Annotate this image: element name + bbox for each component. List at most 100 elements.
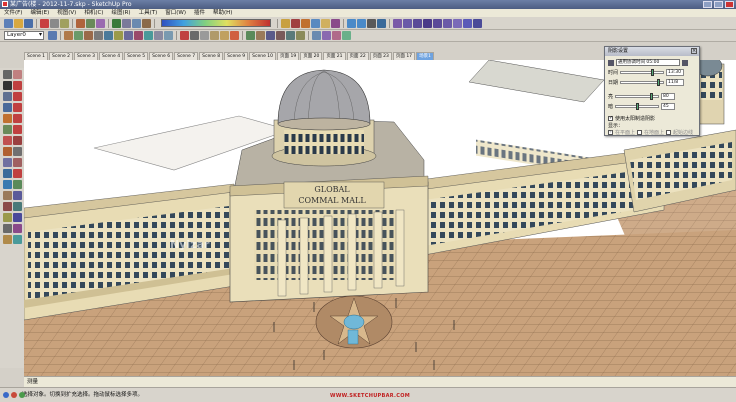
zoom-icon[interactable] bbox=[13, 191, 22, 200]
close-button[interactable] bbox=[725, 1, 734, 8]
section-icon[interactable] bbox=[96, 18, 105, 28]
3d-text-icon[interactable] bbox=[3, 180, 12, 189]
component-icon[interactable] bbox=[76, 18, 85, 28]
from-edges-checkbox[interactable] bbox=[666, 130, 672, 135]
on-faces-checkbox[interactable] bbox=[608, 129, 613, 135]
scene-tab[interactable]: 页面 17 bbox=[392, 52, 416, 60]
help-icon[interactable] bbox=[19, 392, 25, 398]
scene-tab[interactable]: 页面 22 bbox=[346, 52, 369, 60]
follow-me-icon[interactable] bbox=[64, 31, 73, 40]
extension-icon-4[interactable] bbox=[377, 18, 386, 28]
group-icon[interactable] bbox=[86, 18, 95, 28]
text-icon[interactable] bbox=[144, 31, 153, 40]
textured-icon[interactable] bbox=[220, 31, 229, 40]
offset-icon[interactable] bbox=[463, 18, 472, 28]
extension-icon-2[interactable] bbox=[357, 18, 366, 28]
position-camera-icon[interactable] bbox=[13, 213, 22, 222]
front-view-icon[interactable] bbox=[142, 18, 151, 28]
home-icon[interactable] bbox=[112, 18, 121, 28]
zoom-window-icon[interactable] bbox=[276, 31, 285, 40]
maximize-button[interactable] bbox=[714, 1, 723, 8]
scene-tab[interactable]: Scene 8 bbox=[199, 52, 224, 60]
bezier-icon[interactable] bbox=[403, 18, 412, 28]
scene-tab[interactable]: Scene 9 bbox=[224, 52, 249, 60]
scene-tab[interactable]: 页面 21 bbox=[323, 52, 346, 60]
tape-measure-icon[interactable] bbox=[13, 147, 22, 156]
light-field[interactable]: 80 bbox=[661, 93, 676, 100]
look-around-icon[interactable] bbox=[322, 31, 331, 40]
wireframe-icon[interactable] bbox=[190, 31, 199, 40]
open-file-icon[interactable] bbox=[14, 18, 23, 28]
top-view-icon[interactable] bbox=[132, 18, 141, 28]
new-file-icon[interactable] bbox=[4, 18, 13, 28]
scene-tab[interactable]: Scene 6 bbox=[149, 52, 174, 60]
axes-icon[interactable] bbox=[13, 169, 22, 178]
offset-tool-icon[interactable] bbox=[104, 31, 113, 40]
layer-select[interactable]: Layer0 bbox=[4, 31, 44, 40]
previous-view-icon[interactable] bbox=[286, 31, 295, 40]
select-icon[interactable] bbox=[3, 70, 12, 79]
copy-icon[interactable] bbox=[50, 18, 59, 28]
extension-icon-1[interactable] bbox=[347, 18, 356, 28]
hidden-line-icon[interactable] bbox=[200, 31, 209, 40]
shadow-icon[interactable] bbox=[281, 18, 290, 28]
tape-icon[interactable] bbox=[114, 31, 123, 40]
paint-icon[interactable] bbox=[301, 18, 310, 28]
menu-window[interactable]: 窗口(W) bbox=[161, 9, 190, 17]
date-field[interactable]: 11/8 bbox=[666, 79, 685, 86]
sandbox-icon[interactable] bbox=[321, 18, 330, 28]
minimize-button[interactable] bbox=[703, 1, 712, 8]
circle-icon[interactable] bbox=[13, 92, 22, 101]
credits-icon[interactable] bbox=[11, 392, 17, 398]
expand-icon[interactable] bbox=[682, 59, 688, 66]
use-sun-checkbox[interactable] bbox=[608, 115, 613, 121]
zoom-extents-icon[interactable] bbox=[13, 202, 22, 211]
axes-icon[interactable] bbox=[154, 31, 163, 40]
extension-icon-3[interactable] bbox=[367, 18, 376, 28]
move-icon[interactable] bbox=[13, 114, 22, 123]
dark-slider[interactable] bbox=[615, 103, 660, 110]
scene-tab[interactable]: Scene 2 bbox=[49, 52, 74, 60]
loop-icon[interactable] bbox=[443, 18, 452, 28]
freehand-icon[interactable] bbox=[13, 103, 22, 112]
menu-view[interactable]: 视图(V) bbox=[53, 9, 80, 17]
scene-tab[interactable]: 页面 19 bbox=[277, 52, 300, 60]
paint-bucket-icon[interactable] bbox=[3, 114, 12, 123]
scene-tab[interactable]: 页面 23 bbox=[369, 52, 392, 60]
scene-tab[interactable]: Scene 5 bbox=[124, 52, 149, 60]
walk-icon[interactable] bbox=[3, 224, 12, 233]
arc-tool-icon[interactable] bbox=[423, 18, 432, 28]
orbit-icon[interactable] bbox=[246, 31, 255, 40]
light-slider[interactable] bbox=[615, 93, 660, 100]
shadow-toggle-icon[interactable] bbox=[608, 59, 614, 66]
dimension-icon[interactable] bbox=[124, 31, 133, 40]
date-slider[interactable] bbox=[620, 79, 665, 86]
scene-tab[interactable]: Scene 3 bbox=[74, 52, 99, 60]
curve-tool-icon[interactable] bbox=[393, 18, 402, 28]
dialog-titlebar[interactable]: 阴影设置 × bbox=[605, 47, 699, 56]
section-plane-icon[interactable] bbox=[342, 31, 351, 40]
previous-view-icon[interactable] bbox=[3, 213, 12, 222]
plugin-icon[interactable] bbox=[331, 18, 340, 28]
section-plane-icon[interactable] bbox=[3, 235, 12, 244]
shaded-icon[interactable] bbox=[210, 31, 219, 40]
timezone-select[interactable]: 通用协调时间 05:00 bbox=[616, 59, 680, 66]
scene-tab[interactable]: Scene 7 bbox=[174, 52, 199, 60]
component-icon[interactable] bbox=[13, 235, 22, 244]
orbit-icon[interactable] bbox=[13, 180, 22, 189]
scene-tab[interactable]: 页面 20 bbox=[300, 52, 323, 60]
scene-tab[interactable]: 场景1 bbox=[416, 52, 434, 60]
scale-icon[interactable] bbox=[94, 31, 103, 40]
measurements-bar[interactable]: 测量 bbox=[24, 376, 736, 387]
menu-draw[interactable]: 绘图(R) bbox=[107, 9, 134, 17]
protractor-icon[interactable] bbox=[134, 31, 143, 40]
eraser-icon[interactable] bbox=[13, 70, 22, 79]
close-icon[interactable]: × bbox=[691, 48, 697, 54]
push-pull-icon[interactable] bbox=[3, 125, 12, 134]
polyline-icon[interactable] bbox=[433, 18, 442, 28]
menu-plugins[interactable]: 插件 bbox=[190, 9, 209, 17]
scene-tab[interactable]: Scene 4 bbox=[99, 52, 124, 60]
push-pull-icon[interactable] bbox=[74, 31, 83, 40]
text-icon[interactable] bbox=[3, 169, 12, 178]
divide-icon[interactable] bbox=[473, 18, 482, 28]
